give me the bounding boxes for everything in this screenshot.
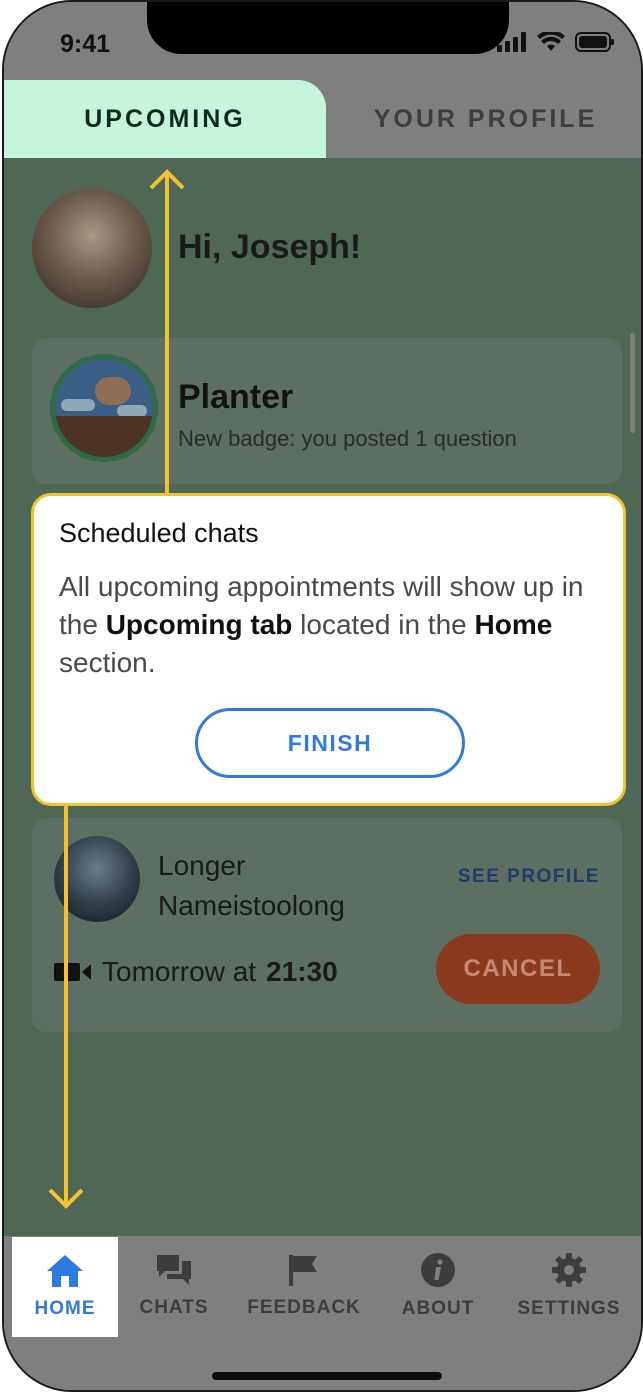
tooltip-body-bold-upcoming: Upcoming tab <box>105 609 293 640</box>
tab-your-profile[interactable]: YOUR PROFILE <box>326 80 641 158</box>
tooltip-body: All upcoming appointments will show up i… <box>59 568 609 682</box>
signal-icon <box>497 32 526 52</box>
cancel-button[interactable]: CANCEL <box>436 934 600 1004</box>
flag-icon <box>289 1255 317 1286</box>
onboarding-tooltip: Scheduled chats All upcoming appointment… <box>31 493 626 806</box>
phone-frame: 9:41 UPCOMING YOUR PROFILE Hi, Joseph! P… <box>2 0 643 1392</box>
top-tabs: UPCOMING YOUR PROFILE <box>4 80 641 158</box>
tooltip-title: Scheduled chats <box>59 518 259 548</box>
gear-icon <box>552 1253 586 1287</box>
nav-chats[interactable]: CHATS <box>124 1236 224 1336</box>
appointment-time-prefix: Tomorrow at <box>102 956 257 987</box>
counsellor-name: Longer Nameistoolong <box>158 850 345 921</box>
battery-icon <box>575 32 614 52</box>
tab-upcoming[interactable]: UPCOMING <box>4 80 326 158</box>
arrow-up-line <box>165 174 169 494</box>
appointment-time: Tomorrow at 21:30 <box>54 956 338 988</box>
nav-settings-label: SETTINGS <box>517 1298 621 1319</box>
device-notch <box>147 2 509 54</box>
tooltip-body-text: located in the <box>292 609 475 640</box>
home-icon <box>47 1255 83 1287</box>
appointment-card: Longer Nameistoolong SEE PROFILE Tomorro… <box>32 818 622 1032</box>
nav-home-label: HOME <box>34 1298 96 1319</box>
tooltip-body-text: section. <box>59 647 156 678</box>
user-avatar <box>32 188 152 308</box>
scrollbar[interactable] <box>630 333 635 433</box>
status-icons <box>497 32 615 52</box>
see-profile-link[interactable]: SEE PROFILE <box>458 866 600 888</box>
greeting-text: Hi, Joseph! <box>178 228 362 266</box>
video-camera-icon <box>54 963 91 981</box>
nav-about-label: ABOUT <box>401 1298 475 1319</box>
home-indicator[interactable] <box>212 1372 442 1380</box>
planter-badge-icon <box>50 354 158 462</box>
badge-title: Planter <box>178 378 294 416</box>
nav-home[interactable]: HOME <box>12 1237 118 1337</box>
chat-icon <box>157 1255 191 1285</box>
arrow-down-line <box>64 806 68 1206</box>
badge-card[interactable]: Planter New badge: you posted 1 question <box>32 338 622 484</box>
arrow-down-head-icon <box>48 1188 84 1209</box>
info-icon <box>421 1253 455 1287</box>
nav-feedback-label: FEEDBACK <box>247 1297 361 1318</box>
appointment-time-value: 21:30 <box>266 956 338 987</box>
bottom-nav: HOME CHATS FEEDBACK ABOUT SETTINGS <box>4 1236 641 1390</box>
nav-about[interactable]: ABOUT <box>390 1236 486 1336</box>
app-screen: 9:41 UPCOMING YOUR PROFILE Hi, Joseph! P… <box>4 2 641 1390</box>
status-time: 9:41 <box>60 30 111 58</box>
status-bar: 9:41 <box>4 2 641 80</box>
tooltip-body-bold-home: Home <box>474 609 553 640</box>
wifi-icon <box>537 32 565 51</box>
arrow-up-head-icon <box>149 169 185 190</box>
nav-chats-label: CHATS <box>139 1297 209 1318</box>
badge-subtitle: New badge: you posted 1 question <box>178 426 517 451</box>
finish-button[interactable]: FINISH <box>195 708 465 778</box>
nav-feedback[interactable]: FEEDBACK <box>240 1236 368 1336</box>
nav-settings[interactable]: SETTINGS <box>506 1236 632 1336</box>
